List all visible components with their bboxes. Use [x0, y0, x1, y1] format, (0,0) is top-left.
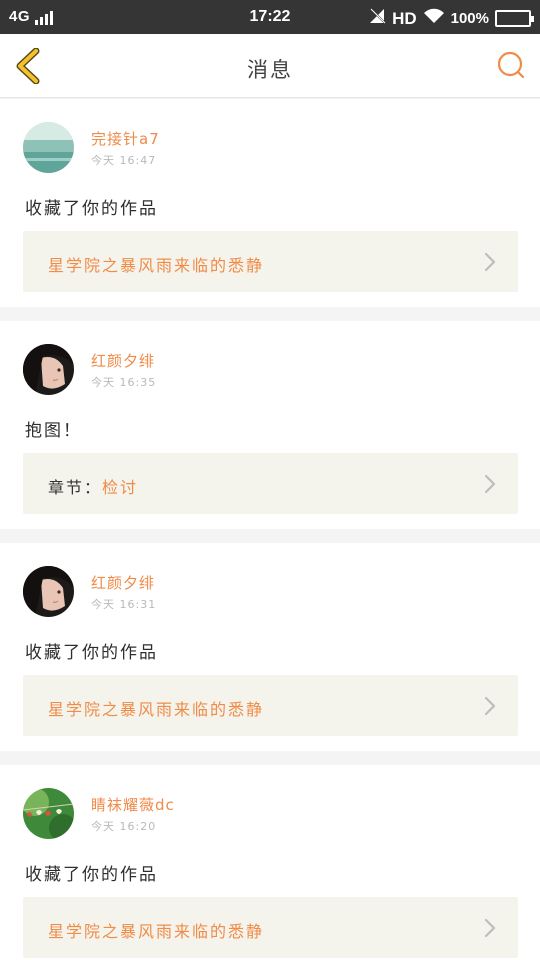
message-text: 收藏了你的作品 — [25, 865, 158, 885]
link-prefix: 章节： — [48, 478, 103, 497]
message-item[interactable]: 睛袜耀薇dc 今天 16:20 收藏了你的作品 星学院之暴风雨来临的悉静 — [0, 765, 540, 960]
message-text: 收藏了你的作品 — [25, 199, 158, 219]
link-title: 星学院之暴风雨来临的悉静 — [48, 256, 265, 275]
work-link[interactable]: 星学院之暴风雨来临的悉静 — [23, 897, 518, 958]
work-link[interactable]: 星学院之暴风雨来临的悉静 — [23, 675, 518, 736]
chapter-link[interactable]: 章节：检讨 — [23, 453, 518, 514]
username[interactable]: 红颜夕绯 — [91, 572, 155, 593]
chevron-right-icon — [484, 474, 496, 494]
top-nav-bar: 消息 — [0, 34, 540, 98]
avatar[interactable] — [23, 344, 74, 395]
wifi-icon — [423, 8, 445, 29]
status-icons: HD 100% — [368, 7, 534, 30]
chevron-right-icon — [484, 252, 496, 272]
avatar[interactable] — [23, 122, 74, 173]
avatar[interactable] — [23, 566, 74, 617]
username[interactable]: 完接针a7 — [91, 128, 160, 149]
page-title: 消息 — [247, 58, 293, 82]
username[interactable]: 红颜夕绯 — [91, 350, 155, 371]
link-title: 检讨 — [102, 478, 139, 497]
message-item[interactable]: 红颜夕绯 今天 16:35 抱图！ 章节：检讨 — [0, 321, 540, 529]
timestamp: 今天 16:20 — [91, 820, 157, 833]
battery-percent: 100% — [450, 10, 489, 27]
battery-icon — [495, 10, 534, 27]
mute-icon — [368, 7, 388, 30]
work-link[interactable]: 星学院之暴风雨来临的悉静 — [23, 231, 518, 292]
username[interactable]: 睛袜耀薇dc — [91, 794, 175, 815]
message-text: 收藏了你的作品 — [25, 643, 158, 663]
work-link-label: 星学院之暴风雨来临的悉静 — [48, 252, 264, 276]
chevron-right-icon — [484, 918, 496, 938]
timestamp: 今天 16:31 — [91, 598, 157, 611]
timestamp: 今天 16:47 — [91, 154, 157, 167]
timestamp: 今天 16:35 — [91, 376, 157, 389]
link-title: 星学院之暴风雨来临的悉静 — [48, 922, 265, 941]
work-link-label: 星学院之暴风雨来临的悉静 — [48, 696, 264, 720]
message-item[interactable]: 完接针a7 今天 16:47 收藏了你的作品 星学院之暴风雨来临的悉静 — [0, 99, 540, 307]
message-text: 抱图！ — [25, 421, 82, 441]
hd-indicator: HD — [392, 8, 417, 28]
work-link-label: 星学院之暴风雨来临的悉静 — [48, 918, 264, 942]
search-icon — [497, 51, 525, 79]
link-title: 星学院之暴风雨来临的悉静 — [48, 700, 265, 719]
search-button[interactable] — [496, 50, 526, 80]
avatar[interactable] — [23, 788, 74, 839]
work-link-label: 章节：检讨 — [48, 474, 138, 498]
status-bar: 4G 17:22 HD 100% — [0, 0, 540, 34]
message-item[interactable]: 红颜夕绯 今天 16:31 收藏了你的作品 星学院之暴风雨来临的悉静 — [0, 543, 540, 751]
message-list: 完接针a7 今天 16:47 收藏了你的作品 星学院之暴风雨来临的悉静 红颜夕绯… — [0, 99, 540, 960]
chevron-right-icon — [484, 696, 496, 716]
